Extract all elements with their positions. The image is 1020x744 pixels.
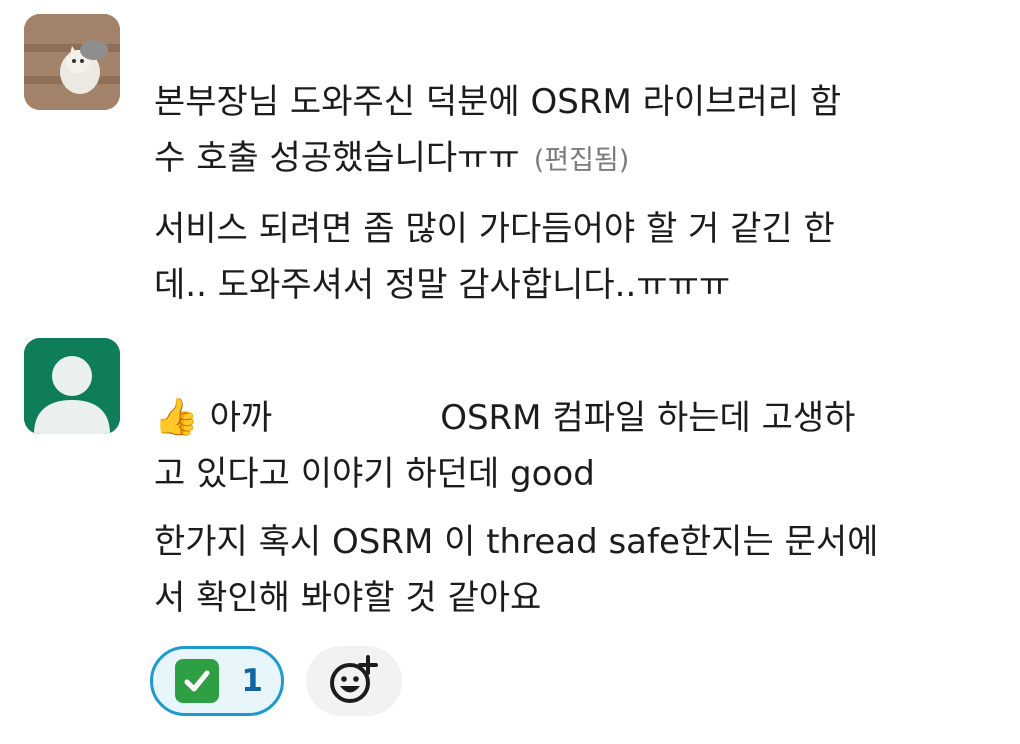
cat-photo-avatar-icon [24,14,120,110]
avatar[interactable] [24,338,120,434]
message-text-paragraph-2: 한가지 혹시 OSRM 이 thread safe한지는 문서에 서 확인해 봐… [154,522,879,618]
message-text: 👍 아까 OSRM 컴파일 하는데 고생하 고 있다고 이야기 하던데 good [154,397,856,494]
add-reaction-button[interactable] [306,646,402,716]
reaction-count: 1 [241,663,263,699]
reaction-check[interactable]: 1 [150,646,284,716]
white-check-mark-icon [175,659,219,703]
avatar[interactable] [24,14,120,110]
default-user-avatar-icon [24,338,120,434]
message-text-paragraph-2: 서비스 되려면 좀 많이 가다듬어야 할 거 같긴 한 데.. 도와주셔서 정말… [154,209,835,305]
reaction-bar: 1 [150,646,402,716]
add-emoji-icon [330,655,378,703]
edited-label: (편집됨) [533,145,630,176]
thumbs-up-icon: 👍 [154,397,199,438]
message-text: 본부장님 도와주신 덕분에 OSRM 라이브러리 함 수 호출 성공했습니다ㅠㅠ… [154,82,842,178]
